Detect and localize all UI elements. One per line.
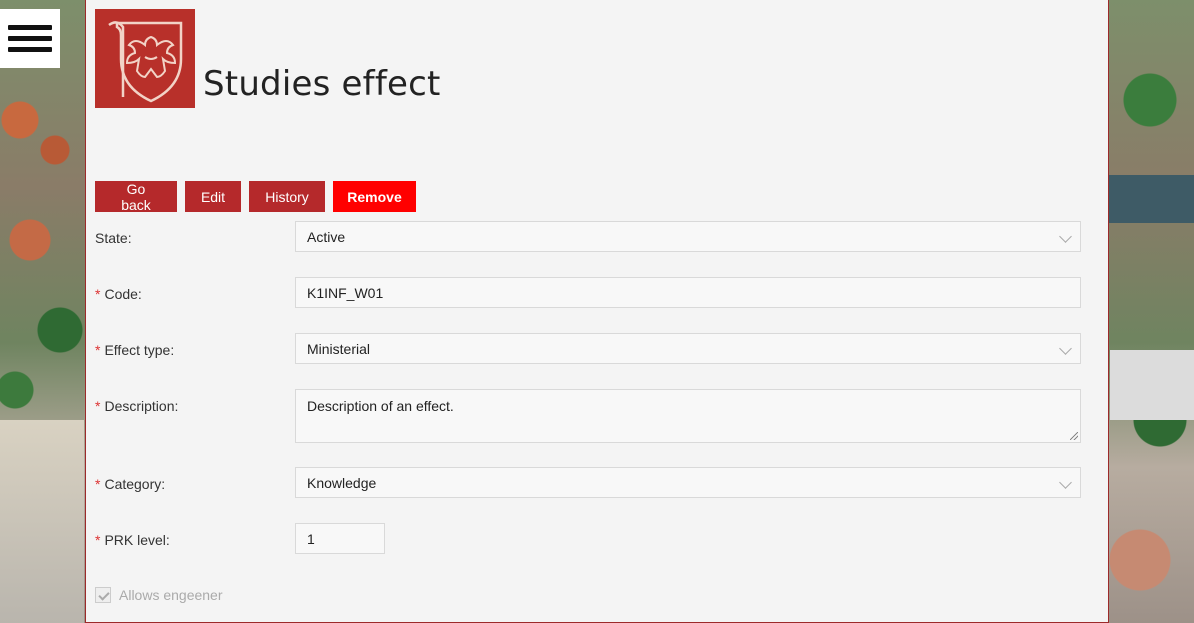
content-panel: Studies effect Go back Edit History Remo… <box>85 0 1109 623</box>
chevron-down-icon <box>1059 230 1072 243</box>
prk-level-label: * PRK level: <box>95 532 170 548</box>
go-back-button[interactable]: Go back <box>95 181 177 213</box>
state-value: Active <box>307 228 346 245</box>
allows-engineer-checkbox-row: Allows engeener <box>95 587 223 603</box>
resize-handle-icon[interactable] <box>1070 432 1078 440</box>
prk-level-input[interactable]: 1 <box>295 523 385 554</box>
description-textarea[interactable]: Description of an effect. <box>295 389 1081 443</box>
action-toolbar: Go back Edit History Remove <box>95 181 416 213</box>
allows-engineer-label: Allows engeener <box>119 587 223 603</box>
chevron-down-icon <box>1059 476 1072 489</box>
state-label: State: <box>95 230 132 246</box>
hamburger-icon-bar <box>8 36 52 41</box>
hamburger-menu-button[interactable] <box>0 9 60 68</box>
building-left <box>0 420 84 623</box>
building-right <box>1110 350 1194 420</box>
category-select[interactable]: Knowledge <box>295 467 1081 498</box>
hamburger-icon-bar <box>8 47 52 52</box>
page-title: Studies effect <box>203 64 441 104</box>
effect-type-label: * Effect type: <box>95 342 175 358</box>
chevron-down-icon <box>1059 342 1072 355</box>
prk-level-value: 1 <box>307 530 315 547</box>
category-value: Knowledge <box>307 474 377 491</box>
code-value: K1INF_W01 <box>307 284 384 301</box>
remove-button[interactable]: Remove <box>333 181 416 212</box>
hamburger-icon-bar <box>8 25 52 30</box>
code-label: * Code: <box>95 286 142 302</box>
allows-engineer-checkbox[interactable] <box>95 587 111 603</box>
effect-type-select[interactable]: Ministerial <box>295 333 1081 364</box>
description-label: * Description: <box>95 398 179 414</box>
river <box>1108 175 1194 223</box>
state-select[interactable]: Active <box>295 221 1081 252</box>
history-button[interactable]: History <box>249 181 325 212</box>
description-value: Description of an effect. <box>307 398 454 414</box>
eagle-crest-icon <box>95 9 195 108</box>
code-input[interactable]: K1INF_W01 <box>295 277 1081 308</box>
category-label: * Category: <box>95 476 166 492</box>
edit-button[interactable]: Edit <box>185 181 241 212</box>
effect-type-value: Ministerial <box>307 340 371 357</box>
